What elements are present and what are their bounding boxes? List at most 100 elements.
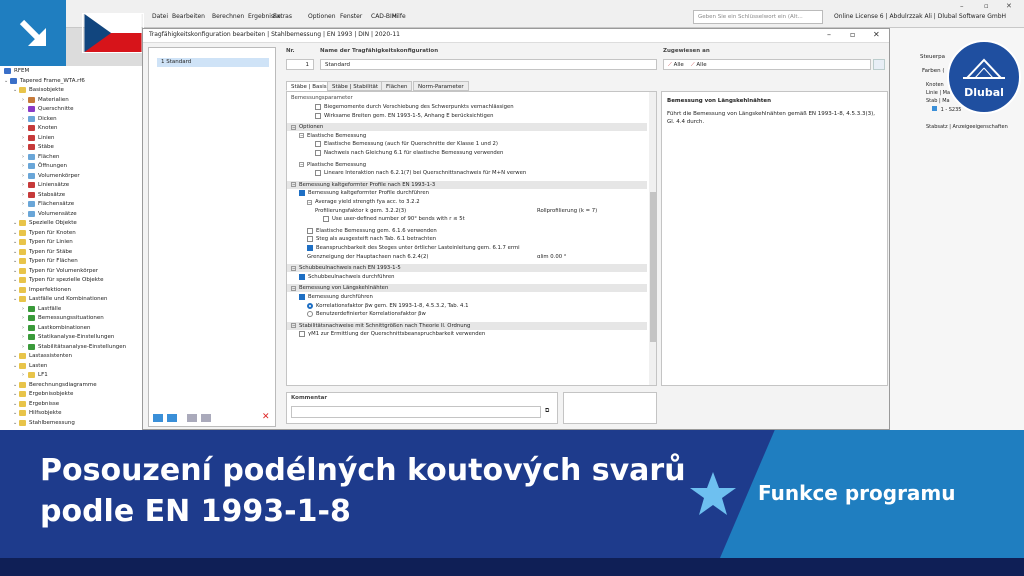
tree-item[interactable]: ⌄ Hilfsobjekte [13, 409, 62, 418]
tab-staebe-stabilitaet[interactable]: Stäbe | Stabilität [327, 81, 384, 91]
collapse-icon[interactable]: − [291, 124, 296, 130]
parameter-row[interactable]: Elastische Bemessung (auch für Querschni… [287, 140, 647, 148]
tree-item[interactable]: › Knoten [22, 124, 57, 133]
dialog-minimize-icon[interactable]: – [827, 30, 831, 39]
parameter-row[interactable]: γM1 zur Ermittlung der Querschnittsbeans… [287, 330, 647, 338]
tab-flaechen[interactable]: Flächen [381, 81, 413, 91]
parameter-row[interactable]: Bemessung durchführen [287, 293, 647, 301]
close-icon[interactable]: ✕ [1006, 2, 1012, 10]
tree-item[interactable]: › Lastkombinationen [22, 323, 90, 332]
tree-item[interactable]: › Volumensätze [22, 209, 77, 218]
tree-item[interactable]: ⌄ Berechnungsdiagramme [13, 380, 97, 389]
menu-item[interactable]: Fenster [340, 13, 362, 20]
tree-item[interactable]: ⌄ Basisobjekte [13, 86, 64, 95]
no-field[interactable]: 1 [286, 59, 314, 70]
menu-item[interactable]: Extras [273, 13, 292, 20]
name-field[interactable]: Standard [320, 59, 657, 70]
checkbox[interactable] [307, 227, 313, 234]
tree-item[interactable]: › Linien [22, 133, 54, 142]
checkbox[interactable] [299, 331, 305, 338]
tab-norm-parameter[interactable]: Norm-Parameter [413, 81, 469, 91]
checkbox[interactable] [307, 245, 313, 251]
select-icon[interactable] [873, 59, 885, 70]
tree-item[interactable]: › Statikanalyse-Einstellungen [22, 333, 114, 342]
config-list[interactable] [148, 47, 276, 427]
dialog-close-icon[interactable]: ✕ [873, 30, 880, 39]
tree-item[interactable]: › Flächen [22, 152, 59, 161]
new-icon[interactable] [153, 414, 163, 422]
menu-item[interactable]: Bearbeiten [172, 13, 205, 20]
tree-item[interactable]: › Querschnitte [22, 105, 74, 114]
search-input[interactable]: Geben Sie ein Schlüsselwort ein (Alt... [693, 10, 823, 24]
config-list-item[interactable]: 1 Standard [157, 58, 269, 67]
collapse-icon[interactable]: − [291, 182, 296, 188]
menu-item[interactable]: Berechnen [212, 13, 244, 20]
checkbox[interactable] [315, 112, 321, 119]
maximize-icon[interactable]: ▫ [984, 2, 989, 10]
tree-item[interactable]: › Bemessungssituationen [22, 314, 104, 323]
tree-item[interactable]: ⌄ Stahlbemessung [13, 418, 75, 427]
radio-button[interactable] [307, 302, 313, 309]
tree-item[interactable]: ⌄ Typen für Flächen [13, 257, 78, 266]
parameter-row[interactable]: Benutzerdefinierter Korrelationsfaktor β… [287, 310, 647, 318]
parameter-row[interactable]: Biegemomente durch Verschiebung des Schw… [287, 103, 647, 111]
parameter-value[interactable]: Rollprofilierung (k = 7) [537, 208, 597, 214]
radio-button[interactable] [307, 311, 313, 318]
delete-icon[interactable]: ✕ [262, 412, 270, 422]
tree-item[interactable]: ⌄ Tapered Frame_WTA.rf6 [4, 76, 85, 85]
copy-icon[interactable] [167, 414, 177, 422]
tree-item[interactable]: › Lastfälle [22, 304, 61, 313]
parameter-row[interactable]: Steg als ausgesteift nach Tab. 6.1 betra… [287, 235, 647, 243]
menu-item[interactable]: Hilfe [392, 13, 406, 20]
tree-item[interactable]: ⌄ Typen für Volumenkörper [13, 266, 98, 275]
tree-item[interactable]: ⌄ Imperfektionen [13, 285, 71, 294]
tree-item[interactable]: ⌄ Typen für Knoten [13, 228, 76, 237]
tree-item[interactable]: ⌄ Ergebnisobjekte [13, 390, 73, 399]
assigned-field[interactable]: ⟋ Alle ⟋ Alle [663, 59, 871, 70]
checkbox[interactable] [299, 294, 305, 300]
parameter-row[interactable]: Bemessung kaltgeformter Profile durchfüh… [287, 189, 647, 197]
tree-item[interactable]: › Öffnungen [22, 162, 67, 171]
tree-item[interactable]: › Stabilitätsanalyse-Einstellungen [22, 342, 126, 351]
collapse-icon[interactable]: − [291, 265, 296, 271]
parameter-value[interactable]: αlim 0.00 ° [537, 254, 566, 260]
minimize-icon[interactable]: – [960, 2, 964, 10]
tree-item[interactable]: ⌄ Lastfälle und Kombinationen [13, 295, 108, 304]
checkbox[interactable] [315, 141, 321, 148]
tree-item[interactable]: › Volumenkörper [22, 171, 80, 180]
scrollbar[interactable] [649, 92, 656, 385]
menu-item[interactable]: Optionen [308, 13, 336, 20]
checkbox[interactable] [315, 170, 321, 177]
tree-item[interactable]: ⌄ Typen für Stäbe [13, 247, 72, 256]
tree-item[interactable]: › Dicken [22, 114, 57, 123]
tree-item[interactable]: ⌄ Lastassistenten [13, 352, 72, 361]
collapse-icon[interactable]: − [307, 199, 312, 205]
checkbox[interactable] [315, 104, 321, 110]
parameter-row[interactable]: Use user-defined number of 90° bends wit… [287, 215, 647, 223]
parameter-row[interactable]: Korrelationsfaktor βw gem. EN 1993-1-8, … [287, 302, 647, 310]
menu-item[interactable]: Datei [152, 13, 168, 20]
parameter-row[interactable]: Nachweis nach Gleichung 6.1 für elastisc… [287, 149, 647, 157]
collapse-icon[interactable]: − [291, 323, 296, 329]
parameter-row[interactable]: Lineare Interaktion nach 6.2.1(7) bei Qu… [287, 169, 647, 177]
tab-staebe-basis[interactable]: Stäbe | Basis [286, 81, 332, 91]
tree-item[interactable]: ⌄ Typen für spezielle Objekte [13, 276, 103, 285]
parameter-row[interactable]: Elastische Bemessung gem. 6.1.6 verwende… [287, 227, 647, 235]
tree-item[interactable]: › Flächensätze [22, 200, 74, 209]
collapse-icon[interactable]: − [299, 162, 304, 168]
parameter-row[interactable]: Wirksame Breiten gem. EN 1993-1-5, Anhan… [287, 112, 647, 120]
tree-item[interactable]: › Stabsätze [22, 190, 65, 199]
collapse-icon[interactable]: − [299, 133, 304, 139]
checkbox[interactable] [307, 236, 313, 243]
tree-item[interactable]: ⌄ Lasten [13, 361, 47, 370]
export-icon[interactable] [201, 414, 211, 422]
tree-item[interactable]: › LF1 [22, 371, 48, 380]
checkbox[interactable] [323, 216, 329, 223]
import-icon[interactable] [187, 414, 197, 422]
tree-item[interactable]: › Liniensätze [22, 181, 69, 190]
checkbox[interactable] [315, 150, 321, 156]
parameter-row[interactable]: Beanspruchbarkeit des Steges unter örtli… [287, 244, 647, 252]
tree-item[interactable]: › Stäbe [22, 143, 54, 152]
tree-item[interactable]: ⌄ Ergebnisse [13, 399, 59, 408]
dialog-maximize-icon[interactable]: ▫ [850, 30, 855, 39]
